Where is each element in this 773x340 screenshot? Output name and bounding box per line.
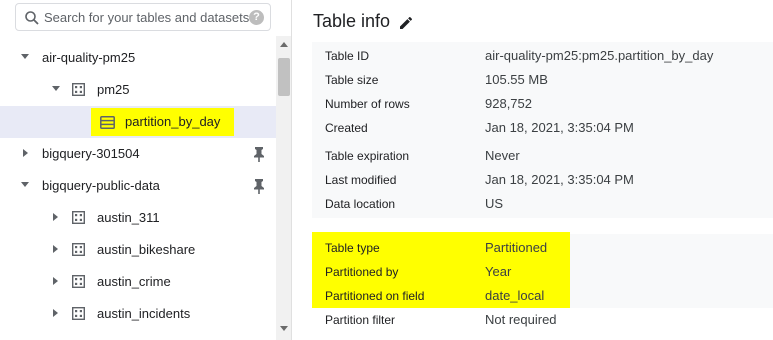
scroll-down-arrow-icon[interactable] <box>280 326 288 331</box>
scroll-up-arrow-icon[interactable] <box>280 42 288 47</box>
tree-item-label: pm25 <box>97 82 130 97</box>
info-key: Table expiration <box>325 149 410 163</box>
tree-item-project[interactable]: air-quality-pm25 <box>0 42 276 74</box>
info-row-table-type: Table type Partitioned <box>312 235 773 259</box>
expand-arrow-icon[interactable] <box>21 182 29 187</box>
search-input[interactable]: Search for your tables and datasets <box>44 10 249 25</box>
info-value: Never <box>485 148 520 163</box>
info-key: Data location <box>325 197 396 211</box>
info-key: Table type <box>325 241 380 255</box>
dataset-icon <box>72 275 85 288</box>
tree-item-dataset[interactable]: austin_crime <box>0 266 276 298</box>
info-key: Partitioned on field <box>325 289 425 303</box>
tree-item-dataset[interactable]: austin_incidents <box>0 298 276 330</box>
info-key: Table ID <box>325 49 370 63</box>
tree-item-label: bigquery-301504 <box>42 146 140 161</box>
info-row-table-id: Table ID air-quality-pm25:pm25.partition… <box>312 43 773 67</box>
info-value: 928,752 <box>485 96 532 111</box>
info-row-last-modified: Last modified Jan 18, 2021, 3:35:04 PM <box>312 167 773 191</box>
info-key: Last modified <box>325 173 397 187</box>
pin-icon[interactable] <box>252 178 266 194</box>
table-icon <box>100 116 115 129</box>
info-row-created: Created Jan 18, 2021, 3:35:04 PM <box>312 115 773 139</box>
edit-pencil-icon[interactable] <box>398 15 414 31</box>
dataset-icon <box>72 211 85 224</box>
tree-item-project[interactable]: bigquery-public-data <box>0 170 276 202</box>
table-details-panel: Table info Table ID air-quality-pm25:pm2… <box>293 0 773 340</box>
info-key: Partitioned by <box>325 265 399 279</box>
info-row-table-size: Table size 105.55 MB <box>312 67 773 91</box>
info-key: Table size <box>325 73 379 87</box>
dataset-icon <box>72 83 85 96</box>
tree-item-dataset[interactable]: austin_311 <box>0 202 276 234</box>
info-key: Created <box>325 121 368 135</box>
scrollbar[interactable] <box>276 36 291 340</box>
info-value: 105.55 MB <box>485 72 548 87</box>
tree-item-label: air-quality-pm25 <box>42 50 136 65</box>
info-value: US <box>485 196 504 211</box>
info-value: Not required <box>485 312 557 327</box>
tree-item-table[interactable]: partition_by_day <box>0 106 276 138</box>
explorer-panel: Search for your tables and datasets ? ai… <box>0 0 292 340</box>
search-box[interactable]: Search for your tables and datasets ? <box>15 3 271 31</box>
info-row-number-of-rows: Number of rows 928,752 <box>312 91 773 115</box>
dataset-icon <box>72 243 85 256</box>
info-value: Jan 18, 2021, 3:35:04 PM <box>485 172 634 187</box>
dataset-icon <box>72 307 85 320</box>
expand-arrow-icon[interactable] <box>23 149 28 157</box>
info-key: Partition filter <box>325 313 396 327</box>
tree-item-label: austin_bikeshare <box>97 242 196 257</box>
info-value: air-quality-pm25:pm25.partition_by_day <box>485 48 714 63</box>
section-title: Table info <box>313 11 391 31</box>
help-icon[interactable]: ? <box>249 10 264 25</box>
info-value: Jan 18, 2021, 3:35:04 PM <box>485 120 634 135</box>
info-row-table-expiration: Table expiration Never <box>312 143 773 167</box>
info-row-partitioned-by: Partitioned by Year <box>312 259 773 283</box>
info-value: Year <box>485 264 512 279</box>
expand-arrow-icon[interactable] <box>52 86 60 91</box>
tree-item-label: austin_311 <box>97 210 160 225</box>
scrollbar-thumb[interactable] <box>278 58 290 96</box>
tree-item-label: bigquery-public-data <box>42 178 160 193</box>
info-row-partition-filter: Partition filter Not required <box>312 307 773 331</box>
info-value: Partitioned <box>485 240 548 255</box>
expand-arrow-icon[interactable] <box>53 245 58 253</box>
tree-item-label: partition_by_day <box>125 114 221 129</box>
expand-arrow-icon[interactable] <box>53 213 58 221</box>
info-value: date_local <box>485 288 545 303</box>
tree-item-label: austin_incidents <box>97 306 191 321</box>
info-row-partitioned-on-field: Partitioned on field date_local <box>312 283 773 307</box>
tree-item-project[interactable]: bigquery-301504 <box>0 138 276 170</box>
info-row-data-location: Data location US <box>312 191 773 215</box>
tree-item-dataset[interactable]: pm25 <box>0 74 276 106</box>
pin-icon[interactable] <box>252 146 266 162</box>
search-icon <box>25 11 39 25</box>
expand-arrow-icon[interactable] <box>53 277 58 285</box>
expand-arrow-icon[interactable] <box>21 54 29 59</box>
expand-arrow-icon[interactable] <box>53 309 58 317</box>
info-key: Number of rows <box>325 97 410 111</box>
tree-item-dataset[interactable]: austin_bikeshare <box>0 234 276 266</box>
tree-item-label: austin_crime <box>97 274 171 289</box>
